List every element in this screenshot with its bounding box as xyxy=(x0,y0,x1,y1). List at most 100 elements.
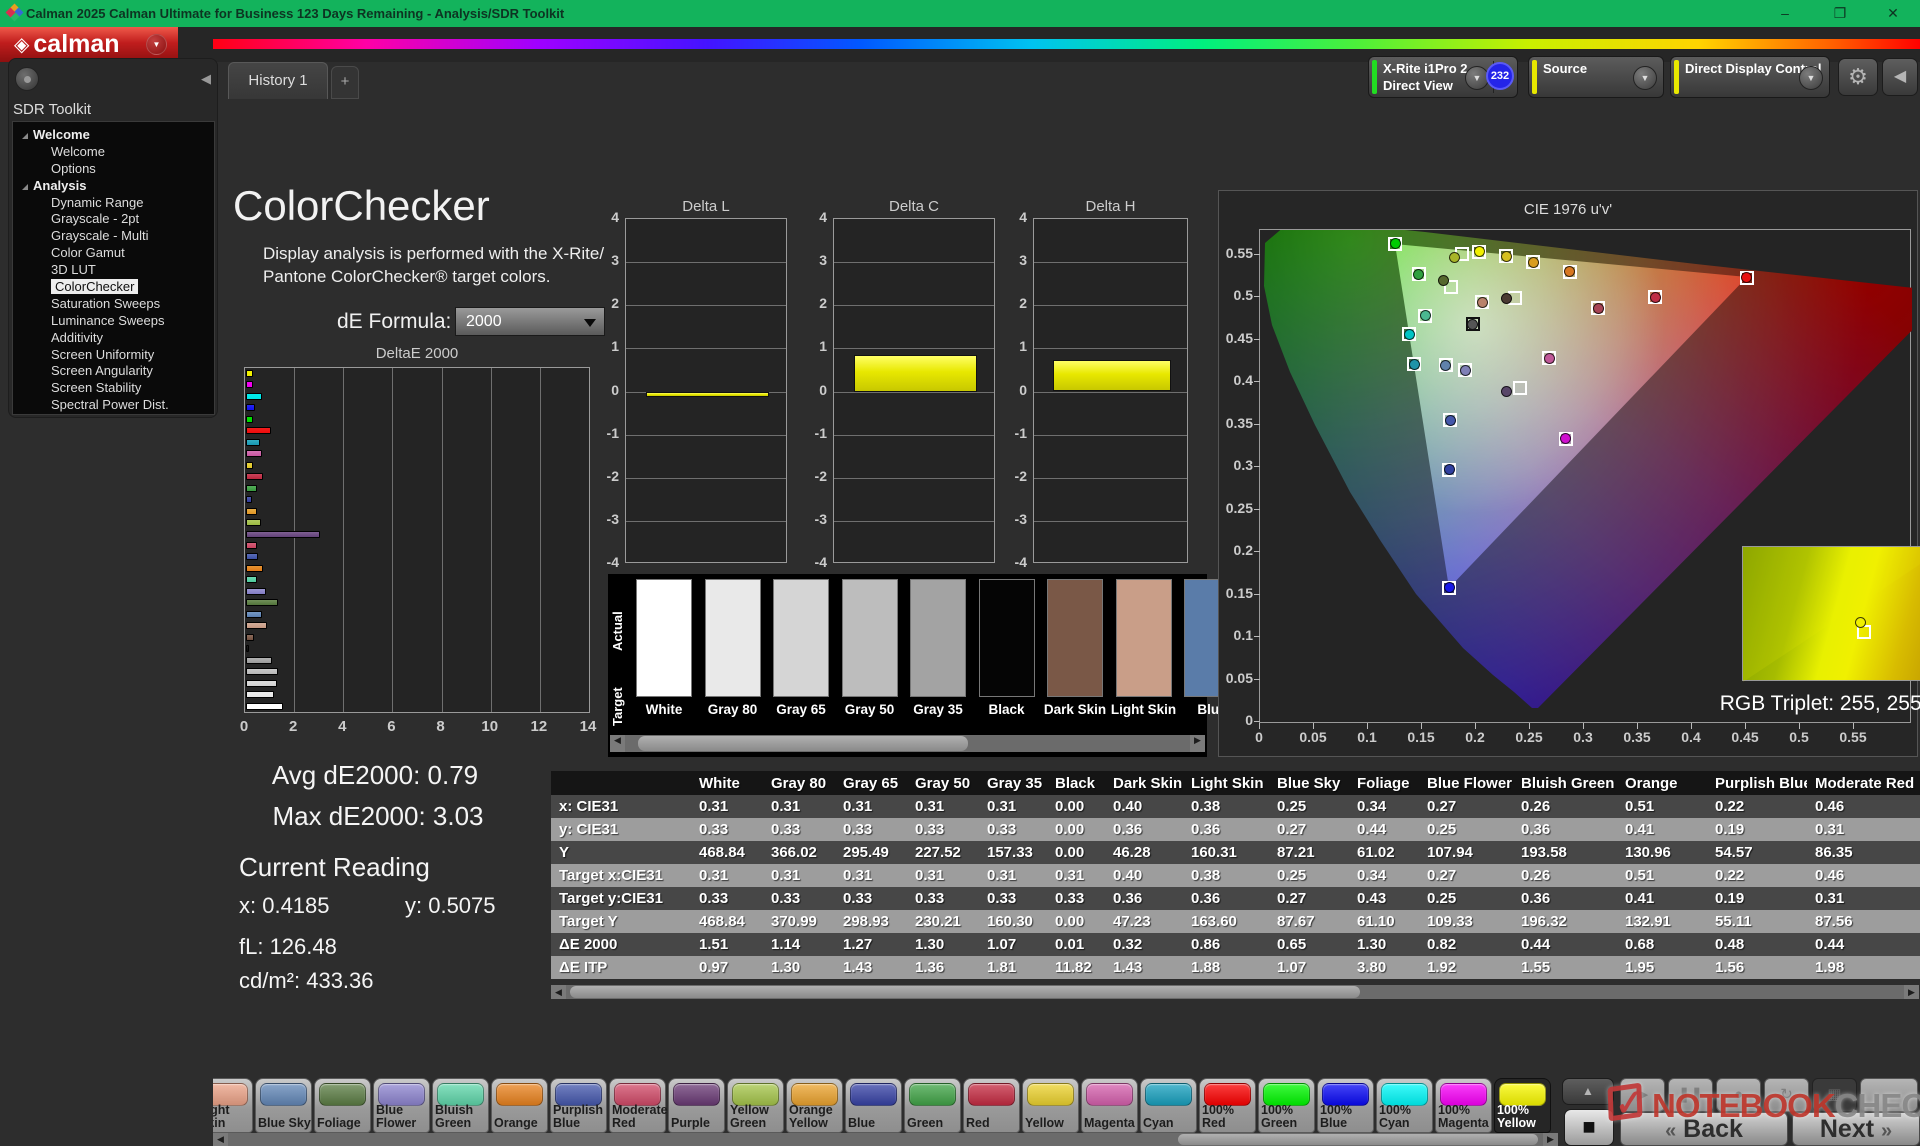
sidebar-item-welcome[interactable]: Welcome xyxy=(13,144,214,161)
patch-button-light-skin[interactable]: Light Skin xyxy=(213,1078,253,1133)
strip-scrollbar[interactable]: ◀ ▶ xyxy=(610,735,1205,752)
stop-measure-button[interactable]: ■ xyxy=(1564,1109,1614,1146)
x-tick-0: 0 xyxy=(229,718,259,735)
toolbar-button-1[interactable]: ▶ xyxy=(1620,1078,1665,1112)
patch-button-orange[interactable]: Orange xyxy=(491,1078,548,1133)
toolbar-button-2[interactable]: ❚❚ xyxy=(1668,1078,1713,1112)
scroll-thumb[interactable] xyxy=(570,986,1360,998)
source-selector[interactable]: Source ▼ xyxy=(1528,56,1664,98)
table-scrollbar[interactable]: ◀ ▶ xyxy=(551,985,1919,999)
scroll-right-icon[interactable]: ▶ xyxy=(1190,735,1205,752)
patch-button-100-yellow[interactable]: 100% Yellow xyxy=(1494,1078,1551,1133)
patch-button-purplish-blue[interactable]: Purplish Blue xyxy=(550,1078,607,1133)
patch-white[interactable] xyxy=(636,579,692,697)
add-tab-button[interactable]: + xyxy=(331,66,359,99)
window-titlebar[interactable]: Calman 2025 Calman Ultimate for Business… xyxy=(0,0,1920,27)
patch-button-moderate-red[interactable]: Moderate Red xyxy=(609,1078,666,1133)
patch-button-blue[interactable]: Blue xyxy=(845,1078,902,1133)
toolbar-button-4[interactable]: ↻ xyxy=(1764,1078,1809,1112)
toolbar-button-6[interactable] xyxy=(1860,1078,1918,1112)
calman-dropdown-icon[interactable]: ▼ xyxy=(146,34,167,55)
sidebar-item-screen-angularity[interactable]: Screen Angularity xyxy=(13,363,214,380)
patch-gray-65[interactable] xyxy=(773,579,829,697)
patch-button-100-cyan[interactable]: 100% Cyan xyxy=(1376,1078,1433,1133)
patch-gray-35[interactable] xyxy=(910,579,966,697)
display-control-dropdown-icon[interactable]: ▼ xyxy=(1799,66,1823,90)
sidebar-item-welcome[interactable]: Welcome xyxy=(13,127,214,144)
patch-button-100-blue[interactable]: 100% Blue xyxy=(1317,1078,1374,1133)
toolbar-button-3[interactable]: ● xyxy=(1716,1078,1761,1112)
x-tick-8: 8 xyxy=(426,718,456,735)
patch-bar-expand-button[interactable]: ▲ xyxy=(1562,1078,1614,1105)
patch-button-magenta[interactable]: Magenta xyxy=(1081,1078,1138,1133)
sidebar-item-options[interactable]: Options xyxy=(13,161,214,178)
deltae-bar-100-magenta xyxy=(246,381,253,388)
scroll-right-icon[interactable]: ▶ xyxy=(1904,985,1919,999)
tab-history-1[interactable]: History 1 xyxy=(228,62,328,99)
sidebar-item-screen-stability[interactable]: Screen Stability xyxy=(13,380,214,397)
x-tick-2: 2 xyxy=(278,718,308,735)
patch-button-100-red[interactable]: 100% Red xyxy=(1199,1078,1256,1133)
scroll-left-icon[interactable]: ◀ xyxy=(551,985,566,999)
patch-light-skin[interactable] xyxy=(1116,579,1172,697)
sidebar-item-grayscale-2pt[interactable]: Grayscale - 2pt xyxy=(13,211,214,228)
patch-bar-scrollbar[interactable]: ◀ ▶ xyxy=(213,1133,1558,1146)
patch-gray-50[interactable] xyxy=(842,579,898,697)
calman-menu-button[interactable]: ◈ calman ▼ xyxy=(0,27,178,62)
patch-gray-80[interactable] xyxy=(705,579,761,697)
back-button[interactable]: « Back xyxy=(1620,1112,1788,1146)
patch-button-100-magenta[interactable]: 100% Magenta xyxy=(1435,1078,1492,1133)
sidebar-item-saturation-sweeps[interactable]: Saturation Sweeps xyxy=(13,296,214,313)
display-control-selector[interactable]: Direct Display Control ▼ xyxy=(1670,56,1830,98)
sidebar-item-additivity[interactable]: Additivity xyxy=(13,330,214,347)
sidebar-item-screen-uniformity[interactable]: Screen Uniformity xyxy=(13,347,214,364)
patch-button-foliage[interactable]: Foliage xyxy=(314,1078,371,1133)
patch-button-blue-sky[interactable]: Blue Sky xyxy=(255,1078,312,1133)
patch-button-orange-yellow[interactable]: Orange Yellow xyxy=(786,1078,843,1133)
patch-dark-skin[interactable] xyxy=(1047,579,1103,697)
toolbar-button-5[interactable]: ▦ xyxy=(1812,1078,1857,1112)
scroll-thumb[interactable] xyxy=(1178,1134,1538,1145)
sidebar-item-luminance-sweeps[interactable]: Luminance Sweeps xyxy=(13,313,214,330)
y-tick: 1 xyxy=(1001,338,1027,354)
sidebar-collapse-icon[interactable]: ◀ xyxy=(201,71,211,87)
patch-button-100-green[interactable]: 100% Green xyxy=(1258,1078,1315,1133)
results-table-wrap: WhiteGray 80Gray 65Gray 50Gray 35BlackDa… xyxy=(551,771,1920,983)
de-formula-select[interactable]: 2000 xyxy=(455,307,605,336)
source-dropdown-icon[interactable]: ▼ xyxy=(1633,66,1657,90)
patch-button-green[interactable]: Green xyxy=(904,1078,961,1133)
settings-gear-button[interactable]: ⚙ xyxy=(1838,58,1878,96)
sidebar-item-color-gamut[interactable]: Color Gamut xyxy=(13,245,214,262)
sidebar-item-analysis[interactable]: Analysis xyxy=(13,178,214,195)
patch-black[interactable] xyxy=(979,579,1035,697)
patch-button-bluish-green[interactable]: Bluish Green xyxy=(432,1078,489,1133)
tick-mark xyxy=(1254,679,1260,680)
sidebar-item-colorchecker[interactable]: ColorChecker xyxy=(13,279,214,296)
sidebar-item-grayscale-multi[interactable]: Grayscale - Multi xyxy=(13,228,214,245)
scroll-right-icon[interactable]: ▶ xyxy=(1543,1133,1558,1146)
scroll-thumb[interactable] xyxy=(638,736,968,751)
patch-button-cyan[interactable]: Cyan xyxy=(1140,1078,1197,1133)
deltae-chart-title: DeltaE 2000 xyxy=(244,345,590,362)
panel-collapse-button[interactable]: ◀ xyxy=(1882,58,1918,96)
de-formula-value: 2000 xyxy=(466,313,502,330)
sidebar-item-3d-lut[interactable]: 3D LUT xyxy=(13,262,214,279)
meter-count-badge[interactable]: 232 xyxy=(1486,62,1514,90)
patch-button-red[interactable]: Red xyxy=(963,1078,1020,1133)
sidebar-item-spectral-power-dist-[interactable]: Spectral Power Dist. xyxy=(13,397,214,414)
patch-button-yellow[interactable]: Yellow xyxy=(1022,1078,1079,1133)
sidebar-record-button[interactable] xyxy=(15,67,39,91)
close-button[interactable]: ✕ xyxy=(1878,0,1908,27)
cie-measured-dot xyxy=(1544,353,1555,364)
scroll-left-icon[interactable]: ◀ xyxy=(610,735,625,752)
minimize-button[interactable]: – xyxy=(1770,0,1800,27)
patch-button-purple[interactable]: Purple xyxy=(668,1078,725,1133)
restore-button[interactable]: ❐ xyxy=(1825,0,1855,27)
patch-button-yellow-green[interactable]: Yellow Green xyxy=(727,1078,784,1133)
sidebar-item-dynamic-range[interactable]: Dynamic Range xyxy=(13,195,214,212)
gridline xyxy=(343,368,344,712)
scroll-left-icon[interactable]: ◀ xyxy=(213,1133,228,1146)
col-header: Purplish Blue xyxy=(1707,771,1807,795)
patch-button-blue-flower[interactable]: Blue Flower xyxy=(373,1078,430,1133)
next-button[interactable]: Next » xyxy=(1792,1112,1920,1146)
